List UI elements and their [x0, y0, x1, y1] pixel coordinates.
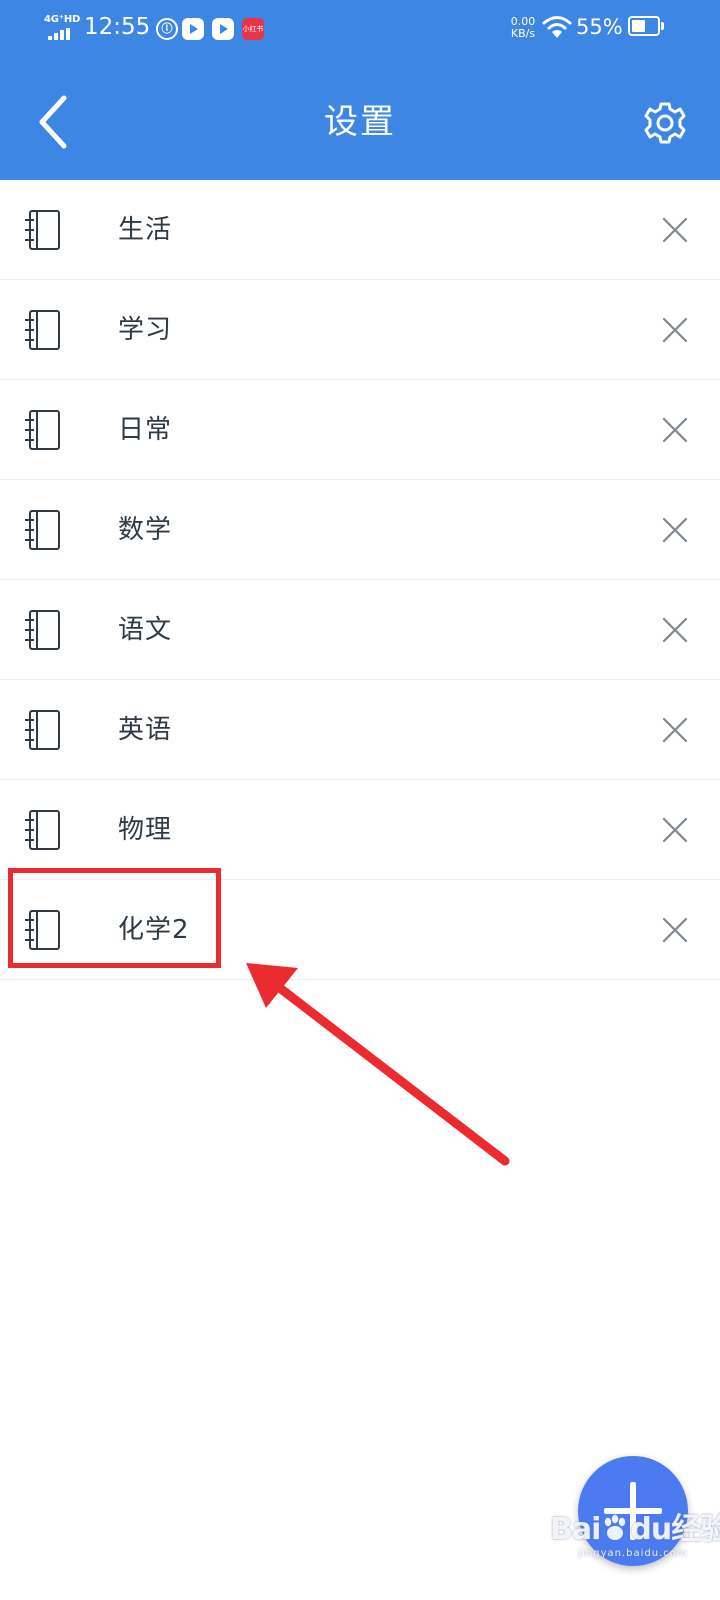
list-item[interactable]: 日常 [0, 380, 720, 480]
list-item-label: 日常 [118, 415, 173, 445]
list-item[interactable]: 生活 [0, 180, 720, 280]
list-item[interactable]: 英语 [0, 680, 720, 780]
close-icon [662, 317, 688, 343]
xiaohongshu-notification-icon: 小红书 [242, 18, 264, 40]
notebook-icon [25, 510, 60, 550]
network-speed-unit: KB/s [510, 27, 536, 40]
delete-button[interactable] [660, 804, 690, 856]
vpn-notification-icon: ⓛ [156, 18, 178, 40]
list-item[interactable]: 语文 [0, 580, 720, 680]
notebook-icon [25, 910, 60, 950]
notebook-icon [25, 310, 60, 350]
notebook-icon [25, 610, 60, 650]
battery-percent: 55% [576, 15, 623, 39]
list-item-label: 数学 [118, 515, 173, 545]
close-icon [662, 917, 688, 943]
list-item-label: 语文 [118, 615, 173, 645]
status-bar: 4G⁺HD 12:55 ⓛ 小红书 0.00 KB/s 55% [0, 0, 720, 56]
settings-button[interactable] [640, 98, 690, 148]
top-bar: 4G⁺HD 12:55 ⓛ 小红书 0.00 KB/s 55% 设置 [0, 0, 720, 180]
battery-icon [628, 16, 664, 36]
list-item[interactable]: 学习 [0, 280, 720, 380]
close-icon [662, 417, 688, 443]
delete-button[interactable] [660, 304, 690, 356]
notebook-icon [25, 810, 60, 850]
delete-button[interactable] [660, 904, 690, 956]
notebook-icon [25, 210, 60, 250]
app-bar: 设置 [0, 56, 720, 180]
list-item-label: 化学2 [118, 915, 190, 945]
close-icon [662, 217, 688, 243]
delete-button[interactable] [660, 604, 690, 656]
notebook-list: 生活 学习 日常 数学 语文 英语 物理 化学2 [0, 180, 720, 980]
signal-bars-icon [48, 28, 70, 40]
close-icon [662, 617, 688, 643]
page-title: 设置 [324, 102, 396, 142]
list-item[interactable]: 化学2 [0, 880, 720, 980]
delete-button[interactable] [660, 204, 690, 256]
battery-level-fill [632, 20, 645, 32]
network-speed: 0.00 KB/s [506, 16, 540, 40]
notebook-icon [25, 710, 60, 750]
list-item-label: 物理 [118, 815, 173, 845]
close-icon [662, 517, 688, 543]
gear-icon [644, 102, 686, 144]
list-item[interactable]: 数学 [0, 480, 720, 580]
delete-button[interactable] [660, 504, 690, 556]
list-item-label: 英语 [118, 715, 173, 745]
delete-button[interactable] [660, 704, 690, 756]
close-icon [662, 817, 688, 843]
list-item-label: 生活 [118, 215, 173, 245]
signal-indicator: 4G⁺HD [44, 14, 80, 40]
notebook-icon [25, 410, 60, 450]
close-icon [662, 717, 688, 743]
network-type-label: 4G⁺HD [44, 14, 81, 25]
list-item[interactable]: 物理 [0, 780, 720, 880]
player-notification-icon [212, 18, 234, 40]
delete-button[interactable] [660, 404, 690, 456]
add-notebook-button[interactable] [578, 1456, 688, 1566]
list-item-label: 学习 [118, 315, 173, 345]
status-time: 12:55 [84, 14, 151, 40]
video-app-notification-icon [182, 18, 204, 40]
wifi-icon [542, 16, 572, 38]
